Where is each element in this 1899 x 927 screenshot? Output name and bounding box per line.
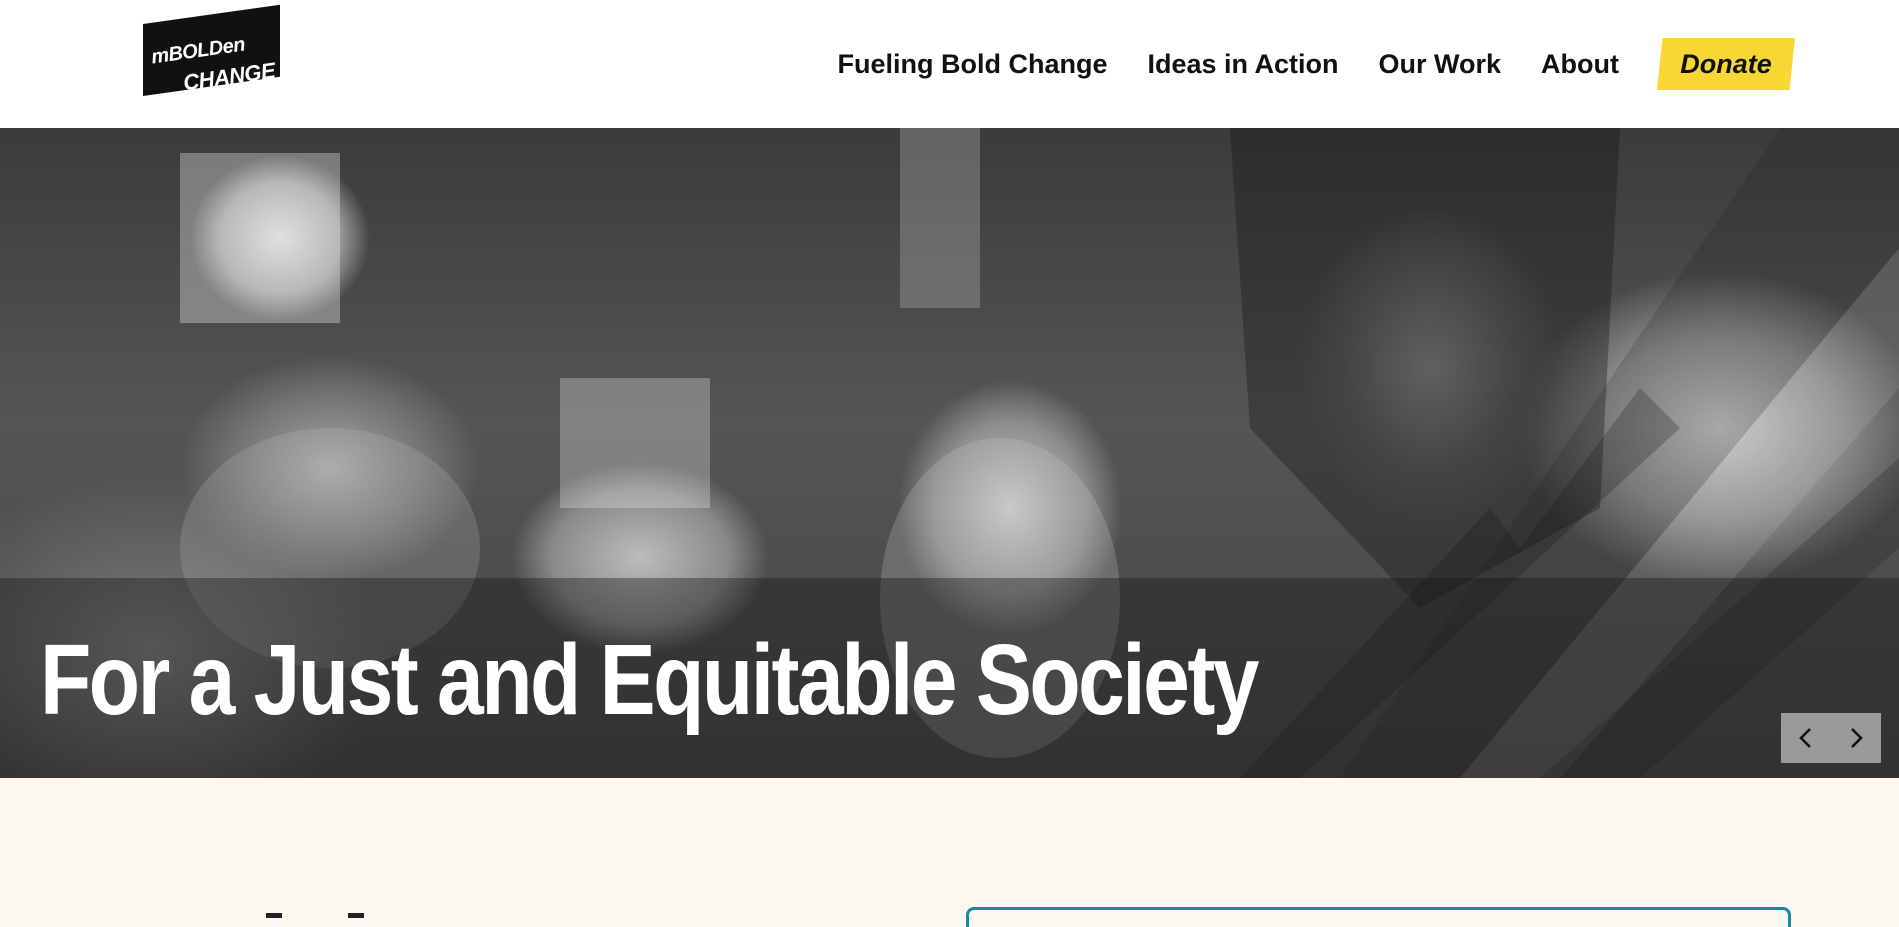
carousel-controls xyxy=(1781,713,1881,763)
featured-card[interactable] xyxy=(966,907,1791,927)
chevron-left-icon xyxy=(1799,728,1811,748)
donate-button[interactable]: Donate xyxy=(1657,38,1795,90)
hero-image-sign xyxy=(900,128,980,308)
hero-image-sign xyxy=(560,378,710,508)
nav-item-our-work[interactable]: Our Work xyxy=(1379,49,1502,80)
donate-button-label: Donate xyxy=(1680,48,1772,79)
nav-item-about[interactable]: About xyxy=(1541,49,1619,80)
intro-section xyxy=(0,778,1899,927)
hero-title: For a Just and Equitable Society xyxy=(40,624,1259,736)
site-header: mBOLDen CHANGE Fueling Bold Change Ideas… xyxy=(0,0,1899,128)
nav-item-ideas-in-action[interactable]: Ideas in Action xyxy=(1147,49,1338,80)
carousel-prev-button[interactable] xyxy=(1781,713,1831,763)
main-navigation: Fueling Bold Change Ideas in Action Our … xyxy=(837,0,1899,128)
site-logo[interactable]: mBOLDen CHANGE xyxy=(143,4,280,97)
nav-item-fueling-bold-change[interactable]: Fueling Bold Change xyxy=(837,49,1107,80)
chevron-right-icon xyxy=(1851,728,1863,748)
hero-image-sign xyxy=(180,153,340,323)
hero-carousel: For a Just and Equitable Society xyxy=(0,128,1899,778)
carousel-next-button[interactable] xyxy=(1831,713,1881,763)
section-heading-peek xyxy=(260,913,380,918)
